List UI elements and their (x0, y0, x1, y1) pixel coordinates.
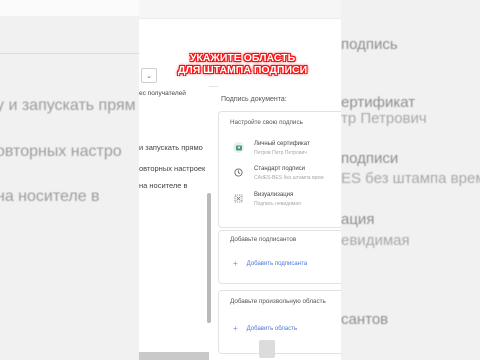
background-right-line: подписи (341, 150, 399, 167)
overlay-line: УКАЖИТЕ ОБЛАСТЬ (189, 52, 296, 64)
background-right-line: евидимая (341, 232, 410, 249)
panel-title: Подпись документа: (221, 96, 287, 103)
background-left-topbar (0, 0, 139, 16)
background-left-divider (0, 53, 139, 54)
document-scrollbar[interactable] (207, 193, 211, 323)
item-sub: CAdES-BES без штампа врем (254, 175, 324, 181)
page-select[interactable]: ⌄ (141, 68, 157, 83)
custom-area-card: Добавьте произвольную область + Добавить… (218, 290, 341, 354)
item-sub: Подпись невидимая (254, 201, 301, 207)
add-signer-label: Добавить подписанта (246, 261, 308, 267)
add-signer-button[interactable]: + Добавить подписанта (233, 260, 307, 268)
document-line: и запускать прямо (139, 143, 203, 152)
card-title: Добавьте подписантов (230, 236, 297, 243)
clock-icon (233, 167, 244, 178)
visualization-icon (233, 193, 244, 204)
background-right-line: подпись (341, 36, 398, 53)
background-left-line: у и запускать прям (0, 97, 136, 114)
signing-panel: Подпись документа: Настройте свою подпис… (218, 86, 341, 360)
add-area-button[interactable]: + Добавить область (233, 325, 297, 333)
document-view[interactable]: ес получателей и запускать прямо овторны… (139, 86, 209, 360)
item-sub: Петров Петр Петрович (254, 150, 307, 156)
background-right-line: сантов (341, 311, 389, 328)
item-label: Личный сертификат (254, 141, 310, 147)
background-right: подпись ертификат тр Петрович подписи ES… (341, 0, 480, 360)
background-right-line: ация (341, 211, 375, 228)
background-left-line: овторных настро (0, 143, 122, 160)
overlay-caption: УКАЖИТЕ ОБЛАСТЬ ДЛЯ ШТАМПА ПОДПИСИ (160, 52, 325, 76)
browser-topbar (139, 0, 341, 19)
overlay-line: ДЛЯ ШТАМПА ПОДПИСИ (177, 64, 308, 76)
item-label: Стандарт подписи (254, 166, 306, 172)
document-line: ес получателей (139, 90, 186, 97)
panel-footer-button[interactable] (259, 340, 275, 358)
signers-card: Добавьте подписантов + Добавить подписан… (218, 230, 341, 284)
background-right-line: ертификат (341, 94, 416, 111)
document-footer-bar (139, 352, 209, 360)
item-label: Визуализация (254, 192, 294, 198)
certificate-icon (233, 142, 244, 153)
plus-icon: + (233, 259, 238, 268)
plus-icon: + (233, 324, 238, 333)
add-area-label: Добавить область (246, 326, 298, 332)
chevron-down-icon: ⌄ (146, 72, 152, 80)
background-left: у и запускать прям овторных настро на но… (0, 0, 139, 360)
card-title: Добавьте произвольную область (230, 298, 326, 305)
background-left-line: на носителе в (0, 188, 100, 205)
background-right-line: ES без штампа врем (341, 170, 480, 187)
document-line: овторных настроек (139, 164, 206, 173)
signature-setup-card: Настройте свою подпись Личный сертификат… (218, 111, 341, 228)
document-line: на носителе в (139, 181, 188, 190)
card-title: Настройте свою подпись (230, 119, 303, 126)
background-right-line: тр Петрович (341, 110, 427, 127)
